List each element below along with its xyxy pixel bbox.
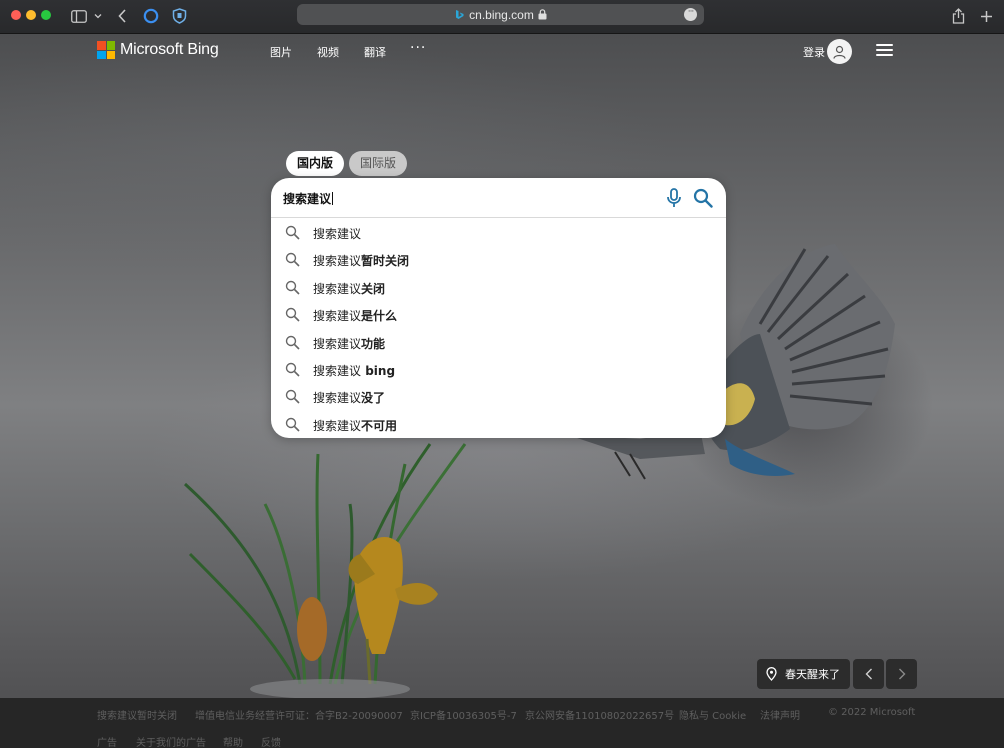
suggestion-text: 搜索建议 bing (313, 363, 396, 378)
nav-images[interactable]: 图片 (270, 44, 292, 60)
close-window-button[interactable] (11, 10, 21, 20)
suggestion-item[interactable]: 搜索建议功能 (271, 329, 726, 356)
suggestion-text: 搜索建议没了 (313, 391, 386, 406)
new-tab-icon[interactable] (978, 5, 994, 27)
footer-link[interactable]: 帮助 (223, 734, 243, 748)
search-button[interactable] (693, 188, 713, 212)
footer-link[interactable]: 反馈 (261, 734, 281, 748)
next-wallpaper-button[interactable] (886, 659, 917, 689)
previous-wallpaper-button[interactable] (853, 659, 884, 689)
location-pin-icon (766, 667, 777, 681)
footer-link[interactable]: 隐私与 Cookie (679, 707, 746, 722)
footer-link[interactable]: 京ICP备10036305号-7 (410, 707, 517, 722)
more-icon[interactable]: ··· (684, 8, 697, 21)
lock-icon (538, 9, 547, 20)
bing-logo[interactable]: Microsoft Bing (97, 41, 219, 59)
chevron-right-icon (898, 668, 905, 680)
minimize-window-button[interactable] (26, 10, 36, 20)
chevron-down-icon[interactable] (93, 5, 103, 27)
tab-domestic[interactable]: 国内版 (286, 151, 345, 176)
nav-translate[interactable]: 翻译 (364, 44, 386, 60)
microsoft-logo-icon (97, 41, 115, 59)
nav-more-button[interactable]: ··· (410, 40, 426, 56)
back-icon[interactable] (115, 5, 129, 27)
address-bar[interactable]: cn.bing.com ··· (297, 4, 704, 25)
footer-link[interactable]: 搜索建议暂时关闭 (97, 707, 177, 722)
search-icon (693, 188, 713, 208)
suggestion-text: 搜索建议暂时关闭 (313, 254, 410, 269)
zoom-window-button[interactable] (41, 10, 51, 20)
hamburger-menu-icon[interactable] (876, 44, 893, 58)
url-text: cn.bing.com (469, 7, 534, 22)
sidebar-icon[interactable] (70, 5, 88, 27)
footer-link[interactable]: 京公网安备11010802022657号 (525, 707, 674, 722)
search-icon (285, 362, 300, 377)
search-icon (285, 390, 300, 404)
footer-link[interactable]: 关于我们的广告 (136, 734, 206, 748)
suggestion-item[interactable]: 搜索建议暂时关闭 (271, 246, 726, 273)
brand-name: Microsoft Bing (120, 41, 219, 58)
search-icon (285, 335, 300, 350)
footer-link[interactable]: 增值电信业务经营许可证：合字B2-20090007 (195, 707, 403, 722)
suggestion-item[interactable]: 搜索建议是什么 (271, 301, 726, 328)
copyright-text: © 2022 Microsoft (828, 707, 916, 718)
search-icon (285, 253, 300, 267)
site-header: Microsoft Bing 图片 视频 翻译 ··· 登录 (0, 34, 1004, 68)
search-icon (285, 225, 300, 240)
suggestion-text: 搜索建议功能 (313, 336, 386, 351)
suggestion-list: 搜索建议 搜索建议暂时关闭 搜索建议关闭 搜索建议是什么 搜索建议功能 搜索建议… (271, 219, 726, 438)
search-icon (285, 307, 300, 322)
footer-link[interactable]: 广告 (97, 734, 117, 748)
wallpaper-story-label: 春天醒来了 (785, 668, 840, 681)
crocus-illustration (183, 443, 467, 698)
suggestion-item[interactable]: 搜索建议不可用 (271, 411, 726, 438)
suggestion-item[interactable]: 搜索建议 (271, 219, 726, 246)
user-avatar-icon[interactable] (827, 39, 852, 64)
search-box: 搜索建议 搜索建议 搜索建议暂时关闭 搜索建议关闭 搜索建议是什么 搜索建议功能… (271, 178, 726, 438)
suggestion-item[interactable]: 搜索建议 bing (271, 356, 726, 383)
suggestion-text: 搜索建议不可用 (313, 418, 398, 433)
suggestion-text: 搜索建议是什么 (313, 309, 398, 324)
search-icon (285, 280, 300, 295)
microphone-icon[interactable] (666, 188, 682, 212)
page-footer: 搜索建议暂时关闭 增值电信业务经营许可证：合字B2-20090007 京ICP备… (0, 698, 1004, 748)
browser-toolbar: cn.bing.com ··· (0, 0, 1004, 34)
suggestion-text: 搜索建议 (313, 227, 362, 241)
region-tabs: 国内版 国际版 (286, 151, 412, 176)
search-input-row: 搜索建议 (271, 178, 726, 218)
cortana-icon[interactable] (142, 5, 160, 27)
footer-link[interactable]: 法律声明 (760, 707, 800, 722)
search-input[interactable]: 搜索建议 (283, 190, 334, 207)
nav-videos[interactable]: 视频 (317, 44, 339, 60)
login-link[interactable]: 登录 (803, 44, 825, 60)
share-icon[interactable] (950, 5, 966, 27)
chevron-left-icon (865, 668, 872, 680)
bing-homepage: Microsoft Bing 图片 视频 翻译 ··· 登录 国内版 国际版 搜… (0, 34, 1004, 748)
wallpaper-story-button[interactable]: 春天醒来了 (757, 659, 850, 689)
text-caret (332, 192, 334, 205)
suggestion-text: 搜索建议关闭 (313, 281, 386, 296)
shield-icon[interactable] (170, 5, 188, 27)
bing-favicon-icon (456, 10, 464, 19)
suggestion-item[interactable]: 搜索建议没了 (271, 383, 726, 410)
suggestion-item[interactable]: 搜索建议关闭 (271, 274, 726, 301)
tab-international[interactable]: 国际版 (349, 151, 408, 176)
search-icon (285, 417, 300, 432)
